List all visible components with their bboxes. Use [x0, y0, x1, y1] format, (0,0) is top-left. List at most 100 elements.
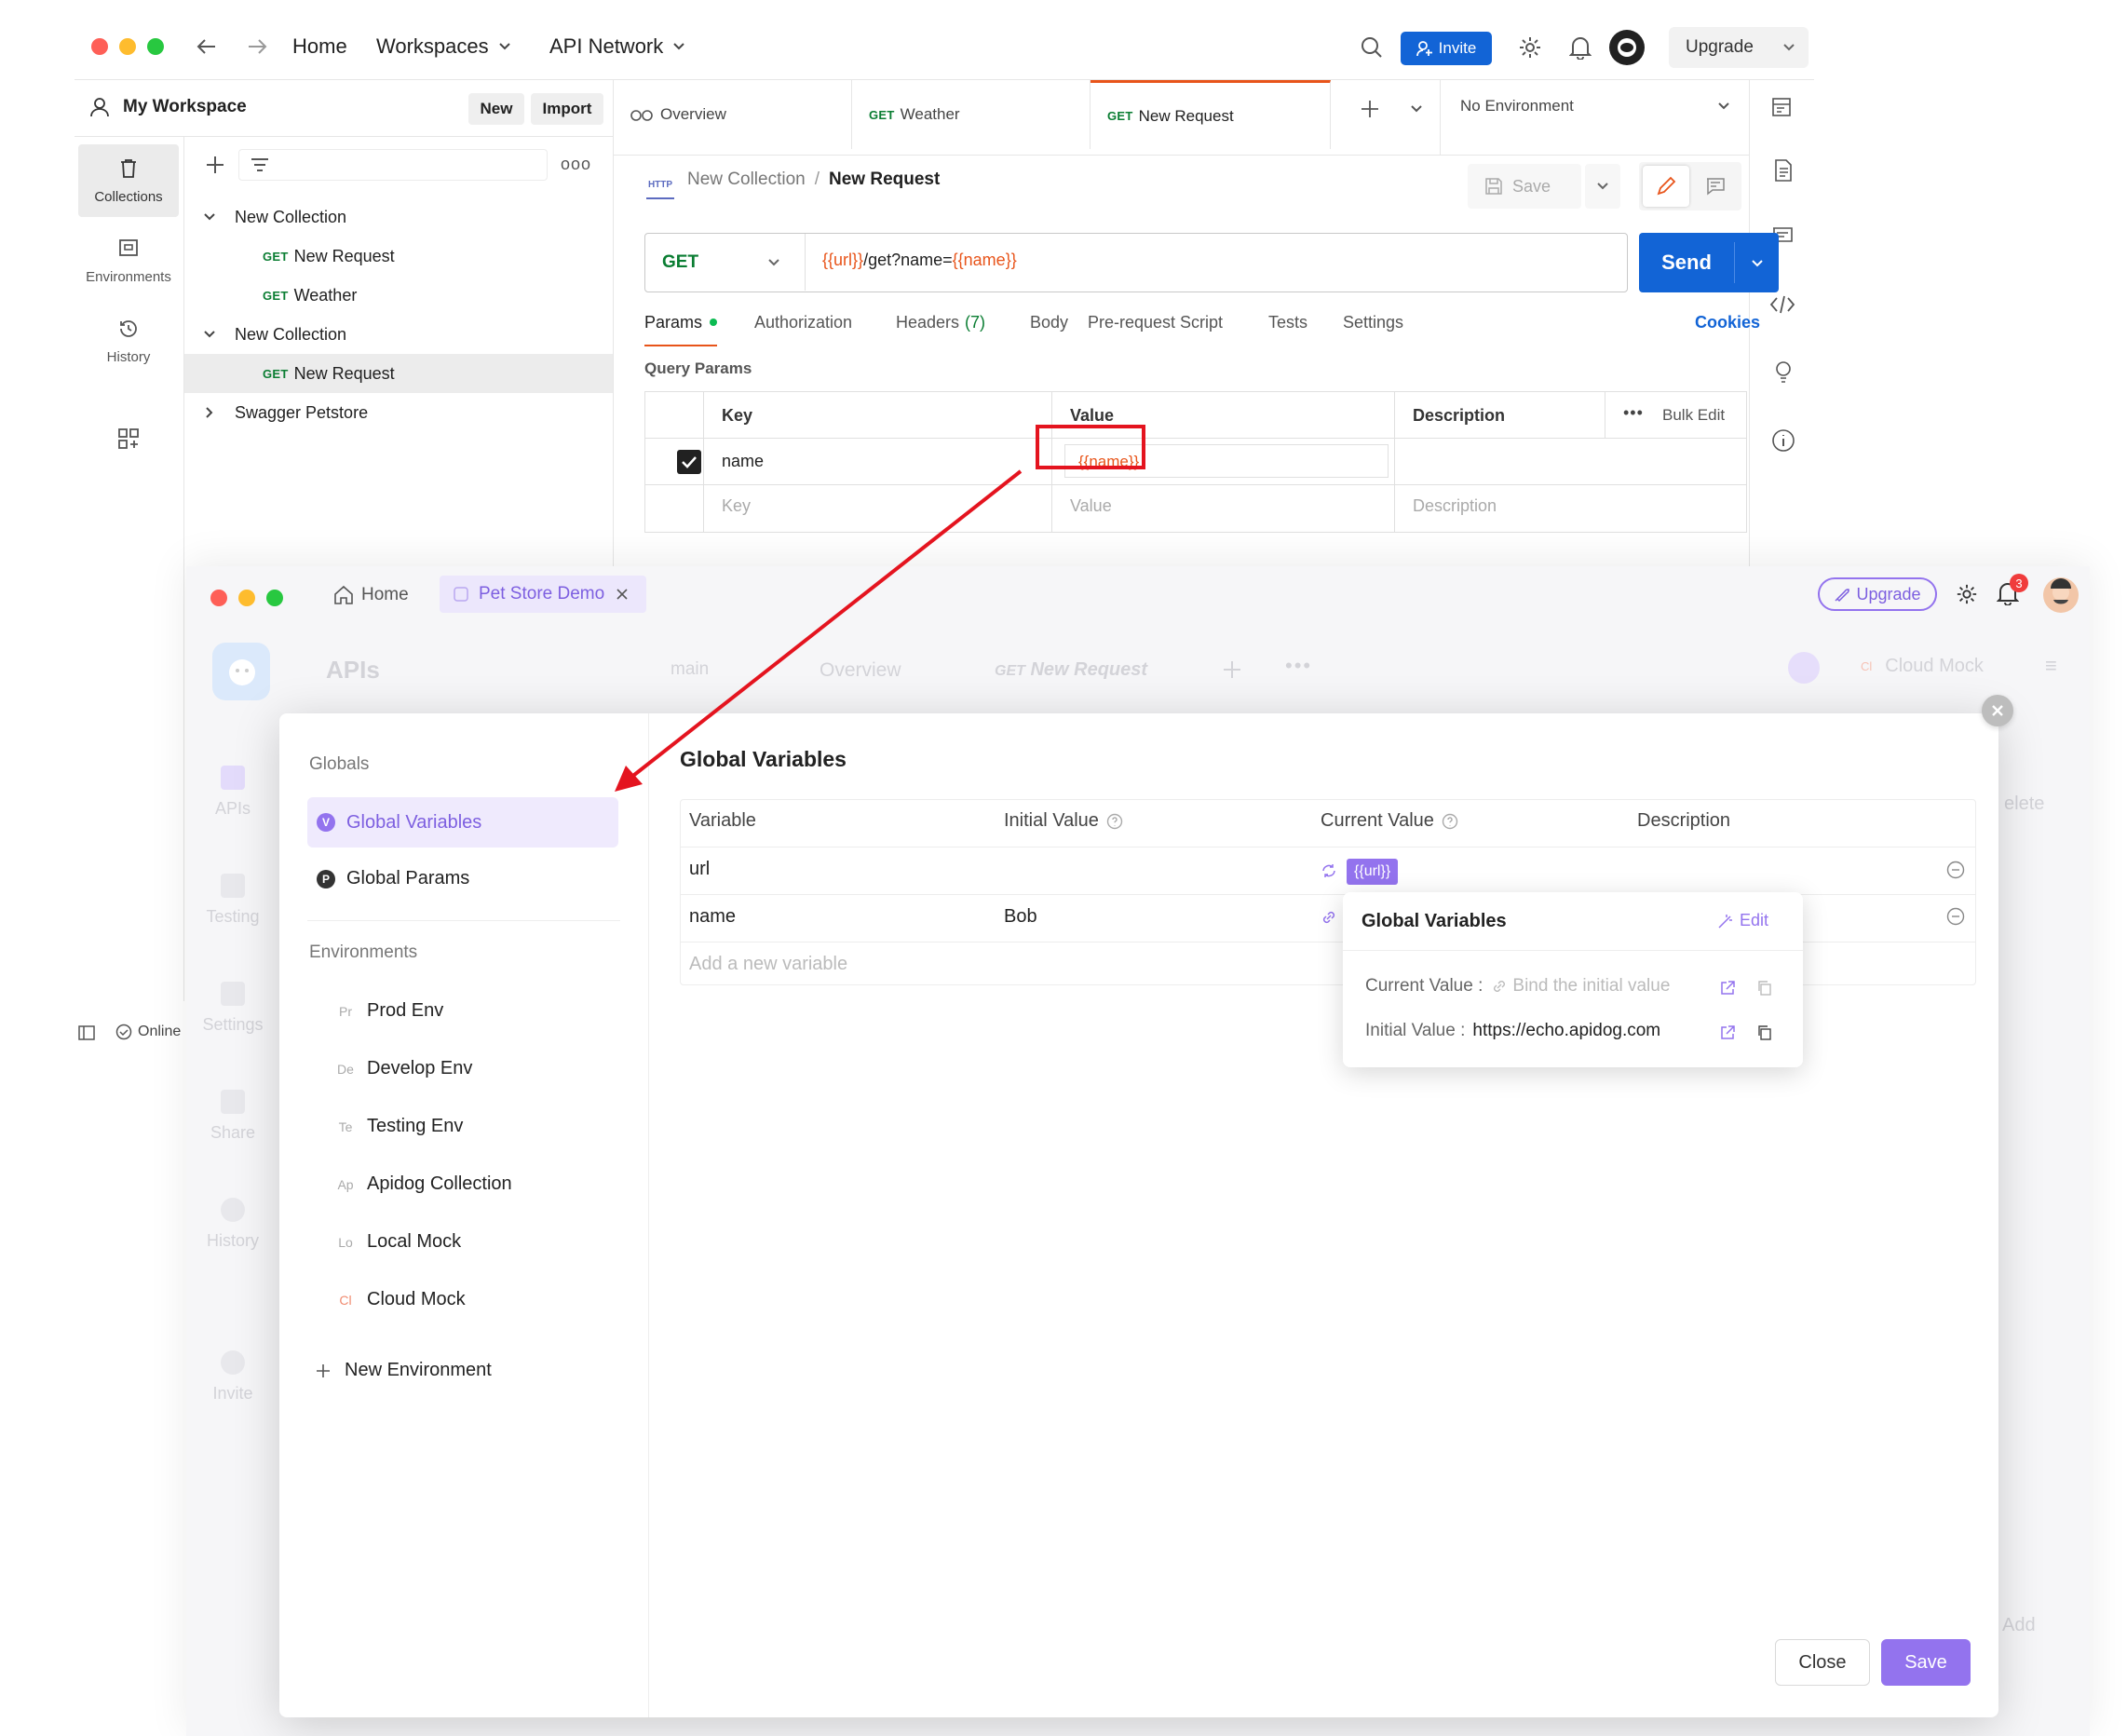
method-select[interactable]: GET	[645, 234, 806, 291]
notification-bell[interactable]: 3	[1997, 574, 2028, 607]
close-window-button[interactable]	[91, 38, 108, 55]
sidebar-item-settings[interactable]: Settings	[186, 982, 279, 1035]
search-icon[interactable]	[1358, 34, 1386, 61]
back-arrow-icon[interactable]	[194, 35, 220, 58]
tab-params[interactable]: Params	[644, 313, 718, 346]
tree-request-weather[interactable]: GET Weather	[184, 276, 613, 315]
env-item-cloud-mock[interactable]: Cl Cloud Mock	[330, 1289, 465, 1310]
workspace-header[interactable]: My Workspace	[89, 97, 247, 117]
import-button[interactable]: Import	[531, 93, 603, 125]
online-status[interactable]: Online	[115, 1024, 181, 1040]
url-input[interactable]: {{url}}/get?name={{name}}	[822, 251, 1017, 270]
tree-folder-swagger-petstore[interactable]: Swagger Petstore	[184, 393, 613, 432]
new-tab-plus-icon[interactable]	[1360, 99, 1380, 119]
tree-request-new-request-1[interactable]: GET New Request	[184, 237, 613, 276]
branch-selector[interactable]: main	[671, 659, 709, 680]
env-item-local-mock[interactable]: Lo Local Mock	[330, 1231, 461, 1253]
current-value-url-tag[interactable]: {{url}}	[1347, 859, 1399, 885]
popover-edit-button[interactable]: Edit	[1717, 911, 1768, 930]
sync-icon[interactable]	[1788, 652, 1820, 684]
documentation-icon[interactable]	[1773, 158, 1794, 183]
minimize-window-button[interactable]	[238, 590, 255, 606]
tree-folder-new-collection-1[interactable]: New Collection	[184, 197, 613, 237]
sidebar-item-environments[interactable]: Environments	[78, 224, 179, 297]
tab-overview[interactable]: Overview	[820, 659, 901, 682]
plus-icon[interactable]	[205, 155, 225, 175]
nav-home[interactable]: Home	[292, 34, 347, 59]
tab-new-request[interactable]: GET New Request	[995, 659, 1147, 681]
send-button[interactable]: Send	[1639, 233, 1779, 292]
sidebar-item-apis[interactable]: APIs	[186, 766, 279, 819]
more-options-icon[interactable]: •••	[1285, 654, 1312, 678]
help-circle-icon[interactable]	[1106, 813, 1123, 830]
info-icon[interactable]	[1771, 428, 1795, 453]
tab-body[interactable]: Body	[1030, 313, 1068, 332]
remove-circle-icon[interactable]	[1946, 907, 1965, 926]
new-button[interactable]: New	[468, 93, 524, 125]
gear-icon[interactable]	[1516, 34, 1544, 61]
tab-settings[interactable]: Settings	[1343, 313, 1403, 332]
modal-close-icon[interactable]	[1982, 695, 2013, 726]
comment-mode-button[interactable]	[1693, 166, 1738, 207]
cookies-link[interactable]: Cookies	[1695, 313, 1760, 332]
link-icon[interactable]	[1321, 909, 1337, 926]
external-link-icon[interactable]	[1719, 1024, 1736, 1041]
tab-tests[interactable]: Tests	[1268, 313, 1307, 332]
upgrade-button[interactable]: Upgrade	[1818, 577, 1937, 611]
env-item-testing-env[interactable]: Te Testing Env	[330, 1116, 464, 1137]
new-environment-button[interactable]: New Environment	[315, 1360, 492, 1381]
help-circle-icon[interactable]	[1442, 813, 1458, 830]
invite-button[interactable]: Invite	[1401, 32, 1492, 65]
remove-circle-icon[interactable]	[1946, 861, 1965, 879]
code-icon[interactable]	[1769, 294, 1795, 315]
env-item-apidog-collection[interactable]: Ap Apidog Collection	[330, 1173, 511, 1195]
add-variable-input[interactable]: Add a new variable	[689, 954, 847, 975]
row-enabled-checkbox[interactable]	[677, 450, 701, 474]
edit-mode-button[interactable]	[1643, 166, 1689, 207]
new-description-input[interactable]: Description	[1413, 496, 1497, 516]
maximize-window-button[interactable]	[147, 38, 164, 55]
minimize-window-button[interactable]	[119, 38, 136, 55]
variable-name-url[interactable]: url	[689, 859, 710, 880]
tab-overview[interactable]: Overview	[614, 80, 852, 149]
initial-value-bob[interactable]: Bob	[1004, 906, 1037, 928]
tabs-dropdown-chevron-icon[interactable]	[1410, 104, 1423, 114]
avatar[interactable]	[2043, 577, 2079, 613]
nav-home[interactable]: Home	[333, 585, 409, 605]
tab-new-request[interactable]: GET New Request	[1091, 80, 1331, 149]
sidebar-item-testing[interactable]: Testing	[186, 874, 279, 927]
new-key-input[interactable]: Key	[722, 496, 751, 516]
sync-link-icon[interactable]	[1321, 862, 1337, 879]
tab-pre-request-script[interactable]: Pre-request Script	[1088, 313, 1223, 332]
avatar[interactable]	[1609, 30, 1645, 65]
sidebar-item-collections[interactable]: Collections	[78, 144, 179, 217]
upgrade-button[interactable]: Upgrade	[1669, 27, 1809, 68]
sidebar-item-history[interactable]: History	[186, 1198, 279, 1251]
external-link-icon[interactable]	[1719, 980, 1736, 997]
save-button[interactable]: Save	[1881, 1639, 1971, 1686]
bell-icon[interactable]	[1566, 34, 1594, 61]
save-dropdown-button[interactable]	[1585, 164, 1620, 209]
menu-icon[interactable]: ≡	[2045, 654, 2057, 678]
lightbulb-icon[interactable]	[1773, 359, 1794, 386]
environment-selector[interactable]: No Environment	[1460, 97, 1730, 115]
tab-authorization[interactable]: Authorization	[754, 313, 852, 332]
sidebar-item-global-params[interactable]: P Global Params	[317, 868, 469, 889]
variable-name-name[interactable]: name	[689, 906, 736, 928]
close-window-button[interactable]	[210, 590, 227, 606]
add-widget-icon[interactable]	[117, 427, 140, 450]
environment-selector[interactable]: Cl Cloud Mock	[1861, 656, 1984, 677]
maximize-window-button[interactable]	[266, 590, 283, 606]
copy-icon[interactable]	[1756, 1024, 1773, 1041]
more-options-icon[interactable]: •••	[1623, 403, 1644, 423]
gear-icon[interactable]	[1956, 583, 1978, 605]
tab-headers[interactable]: Headers (7)	[896, 313, 985, 332]
env-item-develop-env[interactable]: De Develop Env	[330, 1058, 472, 1079]
more-options-icon[interactable]: ooo	[561, 155, 591, 174]
copy-icon[interactable]	[1756, 980, 1773, 997]
sidebar-toggle-icon[interactable]	[78, 1025, 95, 1040]
tab-pet-store-demo[interactable]: Pet Store Demo	[440, 576, 646, 613]
tree-folder-new-collection-2[interactable]: New Collection	[184, 315, 613, 354]
sidebar-item-global-variables[interactable]: V Global Variables	[307, 797, 618, 848]
tree-request-new-request-2[interactable]: GET New Request	[184, 354, 613, 393]
